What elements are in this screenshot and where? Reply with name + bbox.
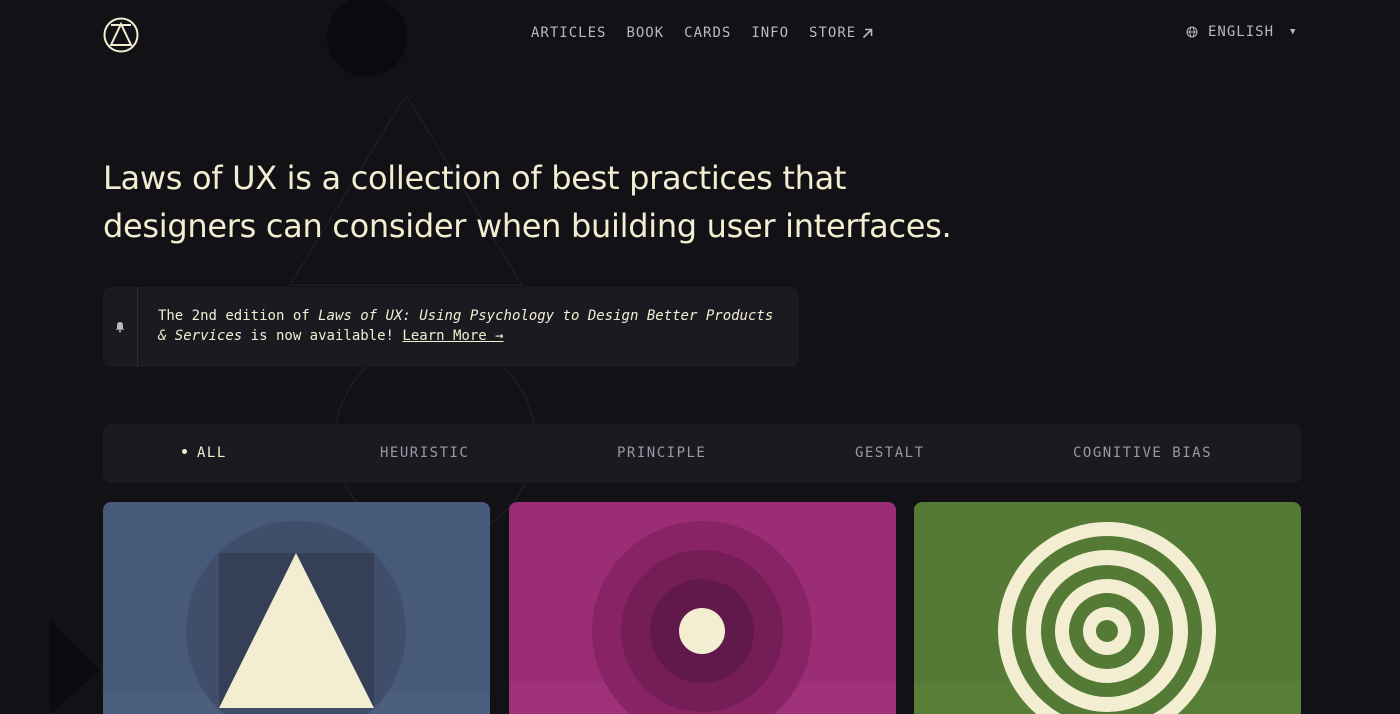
triangle-in-circle-logo-icon[interactable]: [103, 17, 139, 53]
category-filter-bar: ALL HEURISTIC PRINCIPLE GESTALT COGNITIV…: [103, 424, 1301, 483]
bell-icon: [115, 322, 125, 333]
active-dot-icon: [182, 448, 187, 454]
nav-info[interactable]: INFO: [751, 25, 789, 41]
concentric-circles-dot-icon: [509, 502, 896, 714]
site-header: ARTICLES BOOK CARDS INFO STORE ENGLISH ▼: [0, 0, 1400, 70]
nav-book-label: BOOK: [626, 25, 665, 41]
globe-icon: [1186, 26, 1198, 38]
nav-info-label: INFO: [751, 25, 790, 41]
main-nav: ARTICLES BOOK CARDS INFO STORE: [531, 25, 873, 41]
hero-heading: Laws of UX is a collection of best pract…: [103, 159, 952, 245]
announcement-suffix: is now available!: [242, 328, 403, 344]
filter-cognitive-bias[interactable]: COGNITIVE BIAS: [1073, 445, 1212, 461]
nav-store-label: STORE: [809, 25, 857, 41]
announcement-text: The 2nd edition of Laws of UX: Using Psy…: [138, 287, 799, 367]
nav-cards-label: CARDS: [684, 25, 732, 41]
language-label: ENGLISH: [1208, 24, 1275, 40]
book-announcement: The 2nd edition of Laws of UX: Using Psy…: [103, 287, 799, 367]
external-arrow-icon: [863, 28, 873, 38]
nav-store[interactable]: STORE: [809, 25, 873, 41]
triangle-square-circle-icon: [103, 502, 490, 714]
nav-book[interactable]: BOOK: [626, 25, 664, 41]
announcement-prefix: The 2nd edition of: [157, 308, 319, 324]
filter-all[interactable]: ALL: [182, 445, 227, 461]
nav-articles-label: ARTICLES: [531, 25, 607, 41]
caret-down-icon: ▼: [1290, 27, 1297, 37]
filter-heuristic[interactable]: HEURISTIC: [380, 445, 469, 461]
filter-principle[interactable]: PRINCIPLE: [617, 445, 706, 461]
bell-icon-cell: [103, 287, 138, 367]
law-card-3[interactable]: [914, 502, 1301, 714]
law-card-2[interactable]: [509, 502, 896, 714]
filter-all-label: ALL: [197, 445, 227, 461]
target-rings-icon: [914, 502, 1301, 714]
nav-articles[interactable]: ARTICLES: [531, 25, 606, 41]
learn-more-link[interactable]: Learn More →: [402, 328, 503, 344]
nav-cards[interactable]: CARDS: [684, 25, 731, 41]
language-selector[interactable]: ENGLISH ▼: [1186, 24, 1296, 40]
law-card-1[interactable]: [103, 502, 490, 714]
filter-gestalt[interactable]: GESTALT: [855, 445, 925, 461]
